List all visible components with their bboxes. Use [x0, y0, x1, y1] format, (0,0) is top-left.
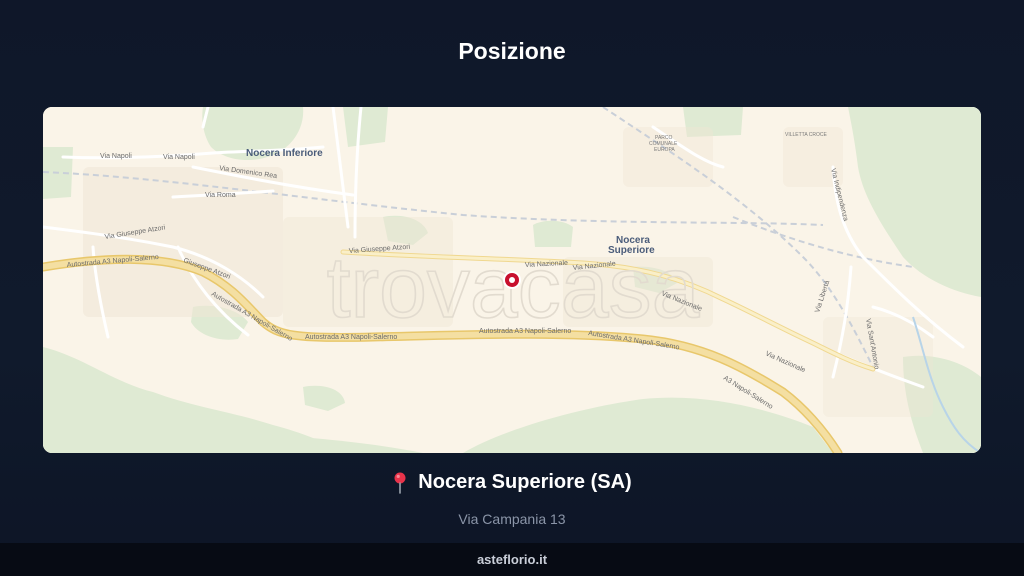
map-canvas[interactable]: trovacasa Nocera Inferiore Nocera Superi… — [43, 107, 981, 453]
page-title: Posizione — [458, 38, 566, 64]
map-label-nocera-inferiore: Nocera Inferiore — [246, 148, 323, 159]
map-label-motorway: Autostrada A3 Napoli-Salerno — [305, 334, 397, 341]
map-label-poi: EUROPA — [654, 147, 675, 153]
location-info: Nocera Superiore (SA) Via Campania 13 — [0, 471, 1024, 527]
location-heading: Nocera Superiore (SA) — [392, 471, 632, 494]
round-pushpin-icon — [394, 472, 406, 494]
map-label-poi: VILLETTA CROCE — [785, 132, 828, 138]
footer-site[interactable]: asteflorio.it — [477, 552, 547, 567]
location-city: Nocera Superiore (SA) — [418, 471, 632, 493]
location-address: Via Campania 13 — [458, 510, 566, 527]
map-label-street: Via Napoli — [163, 154, 195, 161]
map-label-street: Via Napoli — [100, 153, 132, 160]
map-view[interactable]: trovacasa Nocera Inferiore Nocera Superi… — [43, 107, 981, 453]
map-label-nocera-superiore: Superiore — [608, 245, 655, 256]
footer: asteflorio.it — [0, 543, 1024, 576]
map-label-motorway: Autostrada A3 Napoli-Salerno — [479, 328, 571, 335]
map-marker-icon[interactable] — [503, 271, 521, 289]
map-label-street: Via Roma — [205, 192, 236, 199]
